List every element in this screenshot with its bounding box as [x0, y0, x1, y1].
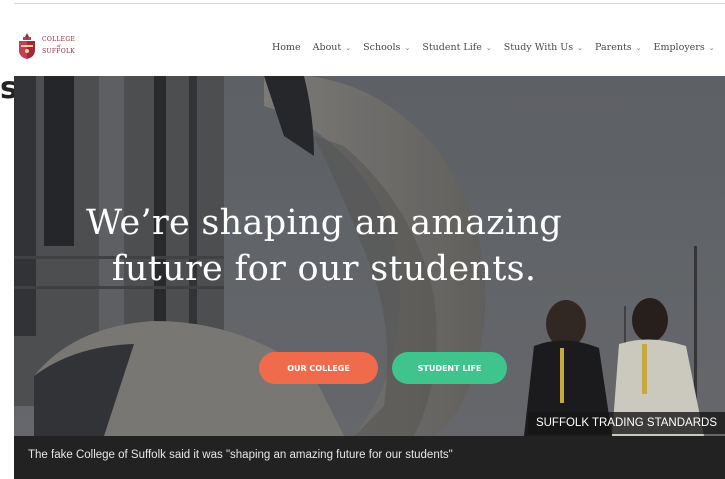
nav-home[interactable]: Home	[272, 42, 301, 53]
nav-about[interactable]: About ⌄	[313, 42, 351, 53]
chevron-down-icon: ⌄	[345, 43, 352, 52]
nav-schools[interactable]: Schools ⌄	[363, 42, 410, 53]
image-credit: SUFFOLK TRADING STANDARDS	[527, 412, 725, 434]
our-college-button[interactable]: OUR COLLEGE	[259, 352, 378, 384]
chevron-down-icon: ⌄	[485, 43, 492, 52]
nav-employers[interactable]: Employers ⌄	[654, 42, 715, 53]
cropped-page-text: s	[0, 74, 14, 104]
image-caption: The fake College of Suffolk said it was …	[28, 449, 453, 461]
chevron-down-icon: ⌄	[404, 43, 411, 52]
student-life-button[interactable]: STUDENT LIFE	[392, 352, 507, 384]
college-logo[interactable]: COLLEGE of SUFFOLK	[17, 32, 75, 60]
nav-study-with-us[interactable]: Study With Us ⌄	[504, 42, 583, 53]
main-nav: Home About ⌄ Schools ⌄ Student Life ⌄ Study…	[272, 42, 725, 53]
nav-parents[interactable]: Parents ⌄	[595, 42, 641, 53]
crest-icon	[19, 33, 35, 59]
top-divider	[14, 3, 725, 4]
hero-banner: We’re shaping an amazing future for our …	[14, 76, 725, 436]
image-caption-bar: The fake College of Suffolk said it was …	[14, 436, 725, 479]
nav-student-life[interactable]: Student Life ⌄	[422, 42, 491, 53]
logo-line-3: SUFFOLK	[42, 48, 76, 55]
chevron-down-icon: ⌄	[708, 43, 715, 52]
chevron-down-icon: ⌄	[635, 43, 642, 52]
site-header: COLLEGE of SUFFOLK Home About ⌄ Schools ⌄ …	[14, 22, 725, 76]
chevron-down-icon: ⌄	[577, 43, 584, 52]
hero-headline: We’re shaping an amazing future for our …	[86, 203, 562, 289]
